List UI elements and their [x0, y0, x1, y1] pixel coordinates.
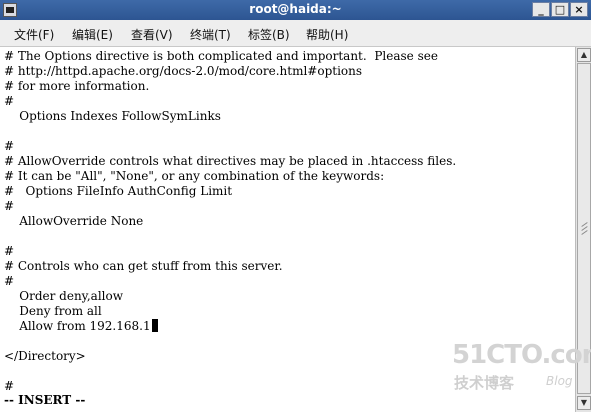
- grip-icon: [581, 230, 588, 235]
- scrollbar-thumb[interactable]: [577, 63, 591, 394]
- terminal-line: # It can be "All", "None", or any combin…: [4, 169, 385, 183]
- window-title: root@haida:~: [249, 2, 342, 16]
- terminal-line: # AllowOverride controls what directives…: [4, 154, 457, 168]
- menu-file[interactable]: 文件(F): [14, 26, 54, 43]
- close-button[interactable]: ×: [570, 2, 588, 17]
- text-cursor: [151, 319, 158, 332]
- terminal-area[interactable]: # The Options directive is both complica…: [0, 47, 575, 412]
- vim-mode-status: -- INSERT --: [4, 393, 86, 407]
- scroll-down-arrow-icon[interactable]: ▼: [577, 396, 591, 410]
- terminal-line: #: [4, 139, 15, 153]
- scroll-up-arrow-icon[interactable]: ▲: [577, 48, 591, 62]
- minimize-button[interactable]: _: [532, 2, 550, 17]
- current-line-text: Allow from 192.168.1: [4, 319, 151, 333]
- terminal-line: # Controls who can get stuff from this s…: [4, 259, 283, 273]
- terminal-line: </Directory>: [4, 349, 86, 363]
- terminal-line: Options Indexes FollowSymLinks: [4, 109, 221, 123]
- terminal-line: AllowOverride None: [4, 214, 144, 228]
- terminal-line: #: [4, 94, 15, 108]
- terminal-line: #: [4, 274, 15, 288]
- terminal-line: #: [4, 199, 15, 213]
- menu-view[interactable]: 查看(V): [131, 26, 173, 43]
- terminal-line: Deny from all: [4, 304, 102, 318]
- title-bar[interactable]: root@haida:~ _ □ ×: [0, 0, 591, 20]
- terminal-line-current: Allow from 192.168.1: [4, 319, 158, 334]
- menu-tabs[interactable]: 标签(B): [248, 26, 290, 43]
- terminal-line: # http://httpd.apache.org/docs-2.0/mod/c…: [4, 64, 363, 78]
- maximize-button[interactable]: □: [551, 2, 569, 17]
- menu-bar: 文件(F) 编辑(E) 查看(V) 终端(T) 标签(B) 帮助(H): [0, 20, 591, 47]
- terminal-line: #: [4, 379, 15, 393]
- terminal-line: # Options FileInfo AuthConfig Limit: [4, 184, 233, 198]
- terminal-line: #: [4, 244, 15, 258]
- vertical-scrollbar[interactable]: ▲ ▼: [575, 47, 591, 412]
- menu-edit[interactable]: 编辑(E): [72, 26, 113, 43]
- terminal-line: Order deny,allow: [4, 289, 124, 303]
- menu-terminal[interactable]: 终端(T): [190, 26, 231, 43]
- terminal-line: # for more information.: [4, 79, 150, 93]
- terminal-line: # The Options directive is both complica…: [4, 49, 438, 63]
- menu-help[interactable]: 帮助(H): [306, 26, 348, 43]
